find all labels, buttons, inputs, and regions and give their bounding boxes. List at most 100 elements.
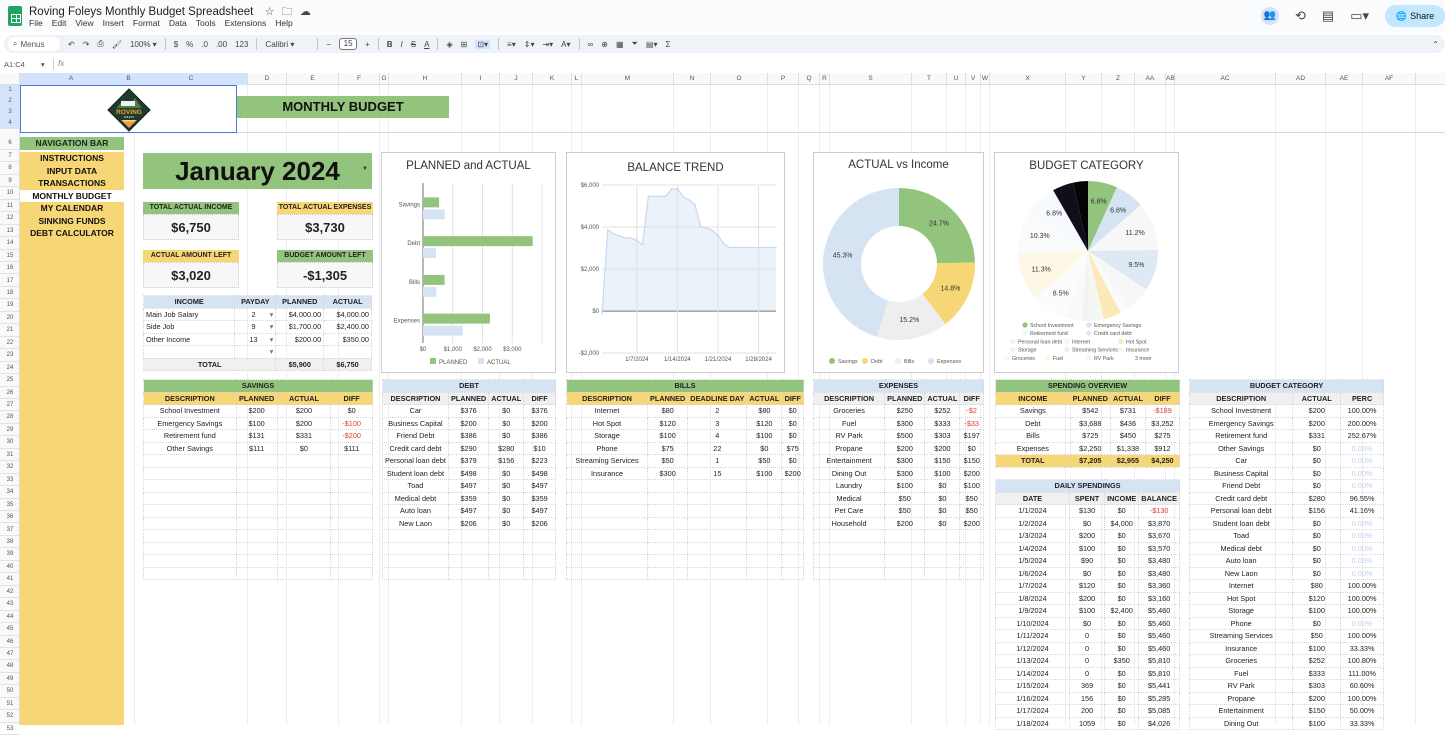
cell-value[interactable]: $50 [959, 504, 984, 518]
empty-cell[interactable] [647, 516, 689, 530]
row-label[interactable]: 1/18/2024 [994, 716, 1071, 730]
column-header-g[interactable]: G [380, 73, 389, 85]
cell-value[interactable]: 252.67% [1340, 429, 1384, 443]
empty-cell[interactable] [330, 479, 373, 493]
column-header-x[interactable]: X [990, 73, 1066, 85]
cell-value[interactable]: $731 [1109, 404, 1146, 418]
cell-value[interactable]: $223 [523, 454, 556, 468]
empty-cell[interactable] [143, 541, 237, 555]
cell-value[interactable]: -$189 [1144, 404, 1181, 418]
cell-value[interactable]: $333 [1292, 666, 1342, 680]
nav-instructions[interactable]: INSTRUCTIONS [20, 152, 124, 165]
row-header-37[interactable]: 37 [0, 524, 20, 536]
cell-value[interactable]: $100 [1292, 604, 1342, 618]
empty-cell[interactable] [330, 529, 373, 543]
menu-file[interactable]: File [29, 18, 43, 28]
empty-cell[interactable] [959, 541, 984, 555]
empty-cell[interactable] [235, 504, 278, 518]
cell-value[interactable]: $2,400.00 [323, 320, 372, 334]
empty-cell[interactable] [781, 479, 804, 493]
card-value[interactable]: $6,750 [143, 214, 239, 240]
cell-value[interactable]: 96.55% [1340, 491, 1384, 505]
row-header-24[interactable]: 24 [0, 362, 20, 375]
cell-value[interactable]: 15 [687, 466, 748, 480]
row-label[interactable]: Hot Spot [565, 416, 649, 430]
row-label[interactable]: Internet [1188, 579, 1294, 593]
column-header-m[interactable]: M [582, 73, 674, 85]
empty-cell[interactable] [781, 516, 804, 530]
font-select[interactable]: Calibri ▾ [265, 40, 309, 49]
data-point[interactable] [752, 246, 754, 249]
row-label[interactable]: Propane [812, 441, 886, 455]
cell-value[interactable]: $5,460 [1138, 629, 1180, 643]
bold-button[interactable]: B [387, 40, 393, 49]
cell-value[interactable]: $0 [488, 516, 525, 530]
empty-cell[interactable] [235, 479, 278, 493]
cell-value[interactable]: 0.00% [1340, 529, 1384, 543]
empty-cell[interactable] [276, 516, 332, 530]
row-header-33[interactable]: 33 [0, 474, 20, 487]
cell-value[interactable]: $450 [1109, 429, 1146, 443]
cell-value[interactable]: 100.00% [1340, 604, 1384, 618]
row-label[interactable]: Storage [1188, 604, 1294, 618]
row-label[interactable]: Pet Care [812, 504, 886, 518]
cell-value[interactable]: $156 [1292, 504, 1342, 518]
data-point[interactable] [705, 227, 708, 229]
row-header-42[interactable]: 42 [0, 586, 20, 599]
cell-value[interactable]: 0.00% [1340, 454, 1384, 468]
empty-cell[interactable] [447, 529, 490, 543]
cell-value[interactable]: 33.33% [1340, 641, 1384, 655]
cell-value[interactable]: $436 [1109, 416, 1146, 430]
cell-value[interactable]: $0 [781, 454, 804, 468]
cell-value[interactable]: $200 [924, 441, 961, 455]
row-header-31[interactable]: 31 [0, 449, 20, 462]
column-header-u[interactable]: U [947, 73, 966, 85]
empty-cell[interactable] [143, 516, 237, 530]
empty-cell[interactable] [235, 466, 278, 480]
cell-value[interactable]: 4 [687, 429, 748, 443]
cell-value[interactable]: $3,670 [1138, 529, 1180, 543]
menu-tools[interactable]: Tools [196, 18, 216, 28]
cell-value[interactable]: $4,000 [1104, 516, 1140, 530]
cell-value[interactable]: $303 [1292, 679, 1342, 693]
row-label[interactable]: Entertainment [1188, 704, 1294, 718]
cell-value[interactable]: $100 [959, 479, 984, 493]
row-header-16[interactable]: 16 [0, 262, 20, 275]
month-selector[interactable]: January 2024 ▼ [143, 153, 372, 189]
column-header-ad[interactable]: AD [1276, 73, 1326, 85]
row-header-52[interactable]: 52 [0, 710, 20, 723]
cell-value[interactable]: $0 [1104, 504, 1140, 518]
cell-value[interactable]: $100 [1292, 641, 1342, 655]
row-label[interactable]: Bills [995, 429, 1071, 443]
row-header-22[interactable]: 22 [0, 337, 20, 350]
data-point[interactable] [711, 229, 713, 231]
row-label[interactable]: 1/5/2024 [994, 554, 1071, 568]
row-label[interactable]: 1/11/2024 [994, 629, 1071, 643]
cell-value[interactable]: $0 [1104, 716, 1140, 730]
empty-cell[interactable] [330, 454, 373, 468]
data-point[interactable] [601, 312, 603, 315]
cell-value[interactable]: $0 [1104, 566, 1140, 580]
empty-cell[interactable] [687, 516, 748, 530]
empty-cell[interactable] [488, 554, 525, 568]
row-label[interactable] [142, 345, 236, 359]
empty-cell[interactable] [523, 541, 556, 555]
cell-value[interactable]: $200 [276, 404, 332, 418]
data-point[interactable] [665, 195, 667, 198]
cell-value[interactable]: $300 [884, 416, 926, 430]
menu-insert[interactable]: Insert [103, 18, 124, 28]
row-label[interactable]: School Investment [1188, 404, 1294, 418]
comments-icon[interactable]: ▤ [1322, 8, 1334, 24]
cell-value[interactable]: $0 [1104, 629, 1140, 643]
row-label[interactable]: 1/6/2024 [994, 566, 1071, 580]
cell-value[interactable]: $200 [447, 416, 490, 430]
empty-cell[interactable] [330, 541, 373, 555]
cell-value[interactable]: $1,338 [1109, 441, 1146, 455]
column-header-s[interactable]: S [830, 73, 912, 85]
row-header-32[interactable]: 32 [0, 461, 20, 474]
row-label[interactable]: 1/17/2024 [994, 704, 1071, 718]
empty-cell[interactable] [812, 541, 886, 555]
cell-value[interactable]: $0 [1292, 466, 1342, 480]
cell-value[interactable]: $0 [1104, 641, 1140, 655]
empty-cell[interactable] [647, 504, 689, 518]
